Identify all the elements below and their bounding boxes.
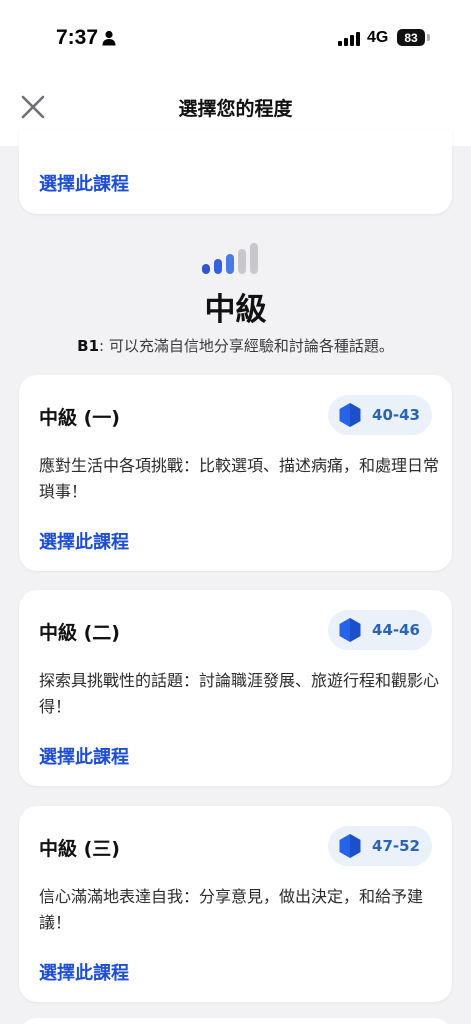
person-icon <box>102 30 116 50</box>
course-title: 中級 (一) <box>39 407 120 429</box>
unit-range: 40-43 <box>372 406 420 424</box>
cellular-signal-icon <box>338 31 360 50</box>
page-title: 選擇您的程度 <box>178 98 293 120</box>
select-course-button[interactable]: 選擇此課程 <box>39 743 129 769</box>
battery-icon: 83 <box>397 29 425 46</box>
course-card[interactable]: 中級 (一) 40-43 應對生活中各項挑戰：比較選項、描述病痛，和處理日常瑣事… <box>19 375 452 571</box>
unit-range: 44-46 <box>372 621 420 639</box>
unit-range: 47-52 <box>372 837 420 855</box>
select-course-button[interactable]: 選擇此課程 <box>39 528 129 554</box>
course-card-peek <box>19 1018 452 1024</box>
course-card[interactable]: 中級 (二) 44-46 探索具挑戰性的話題：討論職涯發展、旅遊行程和觀影心得！… <box>19 590 452 786</box>
select-course-button[interactable]: 選擇此課程 <box>39 170 129 196</box>
hexagon-icon <box>339 834 361 858</box>
hexagon-icon <box>339 618 361 642</box>
unit-range-badge: 40-43 <box>328 395 432 435</box>
battery-level: 83 <box>404 30 418 45</box>
unit-range-badge: 44-46 <box>328 610 432 650</box>
level-description: B1: 可以充滿自信地分享經驗和討論各種話題。 <box>0 335 471 356</box>
unit-range-badge: 47-52 <box>328 826 432 866</box>
level-description-text: : 可以充滿自信地分享經驗和討論各種話題。 <box>99 337 394 355</box>
select-course-button[interactable]: 選擇此課程 <box>39 959 129 985</box>
course-title: 中級 (三) <box>39 838 120 860</box>
course-card[interactable]: 中級 (三) 47-52 信心滿滿地表達自我：分享意見，做出決定，和給予建議！ … <box>19 806 452 1002</box>
course-description: 應對生活中各項挑戰：比較選項、描述病痛，和處理日常瑣事！ <box>39 456 440 501</box>
course-description: 信心滿滿地表達自我：分享意見，做出決定，和給予建議！ <box>39 887 424 932</box>
battery-tip <box>427 34 430 41</box>
level-bars-icon <box>202 242 268 278</box>
status-time: 7:37 <box>56 26 99 49</box>
level-title: 中級 <box>204 292 267 328</box>
level-code: B1 <box>77 337 100 355</box>
course-description: 探索具挑戰性的話題：討論職涯發展、旅遊行程和觀影心得！ <box>39 671 440 716</box>
course-card-partial: 選擇此課程 <box>19 130 452 214</box>
course-title: 中級 (二) <box>39 622 120 644</box>
status-bar: 7:37 4G 83 <box>0 0 471 70</box>
hexagon-icon <box>339 403 361 427</box>
network-type: 4G <box>367 29 389 46</box>
